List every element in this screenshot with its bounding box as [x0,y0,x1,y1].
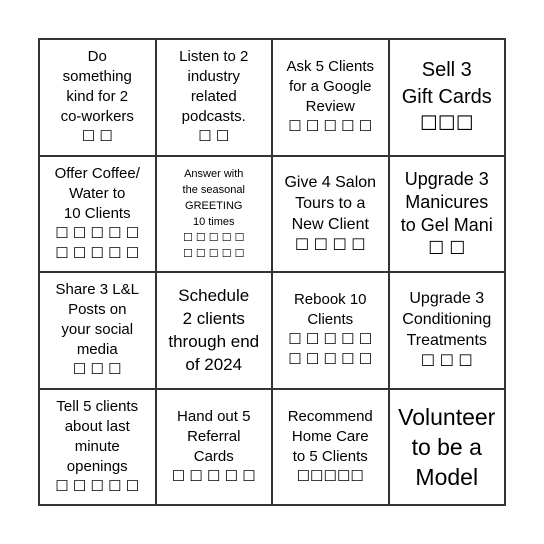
bingo-cell[interactable]: Rebook 10 Clients ☐ ☐ ☐ ☐ ☐ ☐ ☐ ☐ ☐ ☐ [272,272,389,389]
bingo-cell[interactable]: Ask 5 Clients for a Google Review ☐ ☐ ☐ … [272,39,389,156]
bingo-cell[interactable]: Volunteer to be a Model [388,388,505,505]
bingo-cell[interactable]: Hand out 5 Referral Cards ☐ ☐ ☐ ☐ ☐ [155,388,272,505]
bingo-cell[interactable]: Give 4 Salon Tours to a New Client ☐ ☐ ☐… [272,155,389,272]
bingo-cell[interactable]: Upgrade 3 Conditioning Treatments ☐ ☐ ☐ [388,272,505,389]
bingo-cell[interactable]: Schedule 2 clients through end of 2024 [155,272,272,389]
bingo-cell[interactable]: Offer Coffee/ Water to 10 Clients ☐ ☐ ☐ … [39,155,156,272]
bingo-cell[interactable]: Sell 3 Gift Cards ☐☐☐ [388,39,505,156]
bingo-cell[interactable]: Recommend Home Care to 5 Clients ☐☐☐☐☐ [272,388,389,505]
bingo-cell[interactable]: Listen to 2 industry related podcasts. ☐… [155,39,272,156]
bingo-cell[interactable]: Answer with the seasonal GREETING 10 tim… [155,155,272,272]
bingo-cell[interactable]: Upgrade 3 Manicures to Gel Mani ☐ ☐ [388,155,505,272]
bingo-board: Do something kind for 2 co-workers ☐ ☐ L… [38,38,506,506]
bingo-cell[interactable]: Do something kind for 2 co-workers ☐ ☐ [39,39,156,156]
bingo-cell[interactable]: Tell 5 clients about last minute opening… [39,388,156,505]
bingo-cell[interactable]: Share 3 L&L Posts on your social media ☐… [39,272,156,389]
